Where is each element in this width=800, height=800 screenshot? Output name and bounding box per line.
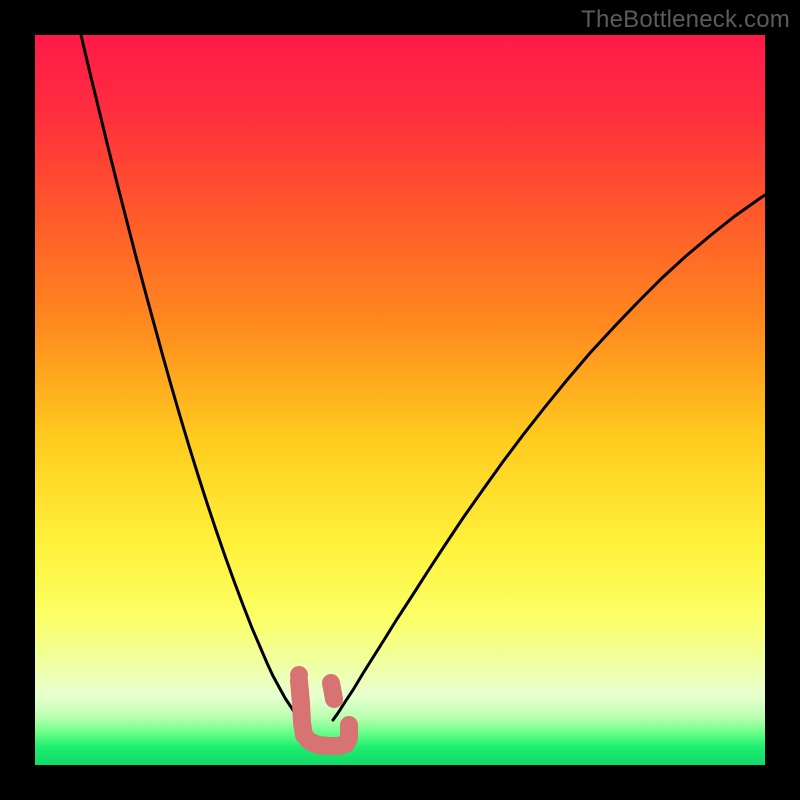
curve-layer bbox=[35, 35, 765, 765]
curve-right bbox=[333, 195, 765, 720]
plot-area bbox=[35, 35, 765, 765]
chart-frame: TheBottleneck.com bbox=[0, 0, 800, 800]
marker-pink bbox=[331, 683, 334, 699]
curve-left bbox=[81, 35, 300, 721]
marker-pink-dot bbox=[290, 666, 308, 684]
watermark-text: TheBottleneck.com bbox=[581, 6, 790, 34]
